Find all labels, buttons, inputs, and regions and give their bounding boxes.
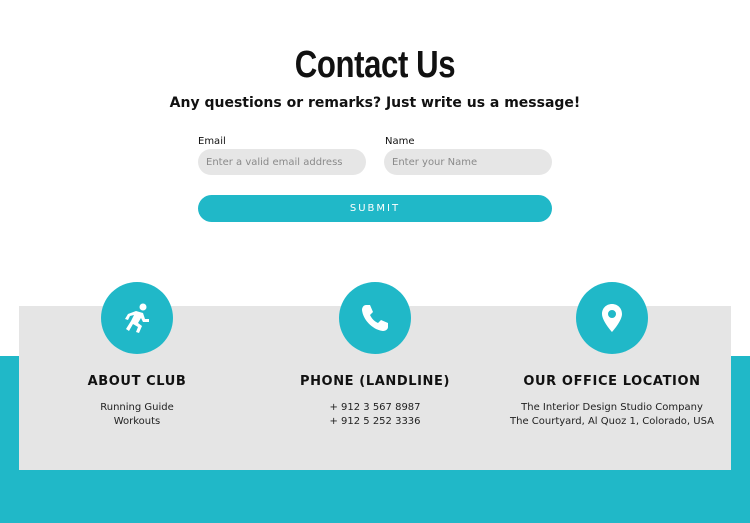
running-person-icon — [125, 303, 149, 333]
office-address-line-1: The Interior Design Studio Company — [521, 402, 703, 413]
name-field[interactable] — [384, 149, 552, 175]
name-label: Name — [385, 136, 415, 147]
location-icon-circle — [576, 282, 648, 354]
submit-button[interactable]: SUBMIT — [198, 195, 552, 222]
about-club-line-2: Workouts — [113, 416, 161, 427]
office-address-line-2: The Courtyard, Al Quoz 1, Colorado, USA — [510, 416, 714, 427]
office-location-title: OUR OFFICE LOCATION — [523, 374, 701, 389]
about-club-line-1: Running Guide — [100, 402, 174, 413]
page-subtitle: Any questions or remarks? Just write us … — [169, 95, 581, 111]
phone-title: PHONE (LANDLINE) — [299, 374, 451, 389]
phone-icon-circle — [339, 282, 411, 354]
page-title: Contact Us — [294, 44, 456, 86]
email-field[interactable] — [198, 149, 366, 175]
phone-number-1: + 912 3 567 8987 — [329, 402, 421, 413]
about-club-title: ABOUT CLUB — [87, 374, 187, 389]
about-club-icon-circle — [101, 282, 173, 354]
location-pin-icon — [602, 304, 622, 332]
phone-number-2: + 912 5 252 3336 — [329, 416, 421, 427]
email-label: Email — [198, 136, 226, 147]
phone-icon — [362, 305, 388, 331]
